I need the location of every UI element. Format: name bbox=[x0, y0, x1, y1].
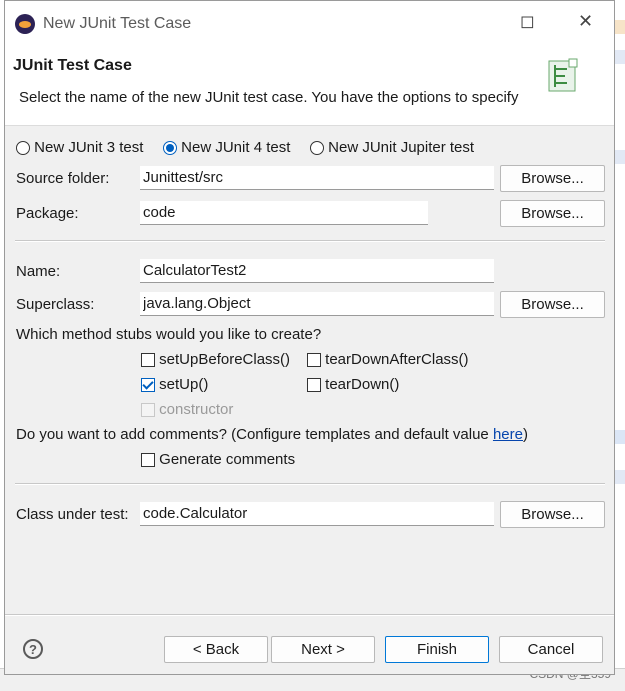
radio-junit-jupiter-indicator[interactable] bbox=[310, 141, 324, 156]
class-under-test-browse-button[interactable]: Browse... bbox=[500, 501, 605, 528]
comments-question: Do you want to add comments? (Configure … bbox=[16, 426, 528, 443]
teardown-label: tearDown() bbox=[325, 376, 400, 393]
teardown-after-class-label: tearDownAfterClass() bbox=[325, 351, 469, 368]
radio-junit3[interactable]: New JUnit 3 test bbox=[16, 139, 143, 156]
back-button[interactable]: < Back bbox=[164, 636, 268, 663]
next-button[interactable]: Next > bbox=[271, 636, 375, 663]
teardown-checkbox[interactable]: tearDown() bbox=[307, 376, 399, 393]
radio-junit4-indicator[interactable] bbox=[163, 141, 177, 156]
name-input[interactable] bbox=[140, 259, 494, 283]
name-label: Name: bbox=[16, 263, 61, 280]
source-folder-label: Source folder: bbox=[16, 170, 110, 187]
maximize-icon[interactable]: ◻ bbox=[520, 11, 535, 32]
constructor-box bbox=[141, 403, 155, 418]
setup-label: setUp() bbox=[159, 376, 209, 393]
radio-junit-jupiter[interactable]: New JUnit Jupiter test bbox=[310, 139, 474, 156]
comments-question-end: ) bbox=[522, 426, 528, 443]
package-browse-button[interactable]: Browse... bbox=[500, 200, 605, 227]
separator bbox=[15, 240, 605, 242]
teardown-box[interactable] bbox=[307, 378, 321, 393]
footer-separator bbox=[5, 614, 614, 616]
setup-before-class-box[interactable] bbox=[141, 353, 155, 368]
constructor-checkbox: constructor bbox=[141, 401, 233, 418]
setup-box[interactable] bbox=[141, 378, 155, 393]
close-icon[interactable]: ✕ bbox=[578, 11, 593, 32]
constructor-label: constructor bbox=[159, 401, 234, 418]
superclass-browse-button[interactable]: Browse... bbox=[500, 291, 605, 318]
teardown-after-class-box[interactable] bbox=[307, 353, 321, 368]
class-under-test-input[interactable] bbox=[140, 502, 494, 526]
title-bar: New JUnit Test Case ◻ ✕ bbox=[5, 1, 614, 47]
teardown-after-class-checkbox[interactable]: tearDownAfterClass() bbox=[307, 351, 469, 368]
junit-wizard-icon bbox=[548, 58, 578, 92]
wizard-title: JUnit Test Case bbox=[13, 57, 132, 74]
package-input[interactable] bbox=[140, 201, 428, 225]
superclass-input[interactable] bbox=[140, 292, 494, 316]
source-folder-browse-button[interactable]: Browse... bbox=[500, 165, 605, 192]
wizard-description: Select the name of the new JUnit test ca… bbox=[19, 89, 519, 106]
eclipse-icon bbox=[15, 14, 35, 34]
cancel-button[interactable]: Cancel bbox=[499, 636, 603, 663]
configure-templates-link[interactable]: here bbox=[493, 426, 523, 443]
separator bbox=[15, 483, 605, 485]
class-under-test-label: Class under test: bbox=[16, 506, 129, 523]
comments-question-text: Do you want to add comments? (Configure … bbox=[16, 426, 493, 443]
setup-before-class-checkbox[interactable]: setUpBeforeClass() bbox=[141, 351, 290, 368]
superclass-label: Superclass: bbox=[16, 296, 95, 313]
radio-junit4-label: New JUnit 4 test bbox=[181, 139, 291, 156]
wizard-header: JUnit Test Case Select the name of the n… bbox=[5, 47, 614, 126]
method-stubs-question: Which method stubs would you like to cre… bbox=[16, 326, 322, 343]
source-folder-input[interactable] bbox=[140, 166, 494, 190]
generate-comments-label: Generate comments bbox=[159, 451, 296, 468]
radio-junit4[interactable]: New JUnit 4 test bbox=[163, 139, 290, 156]
window-title: New JUnit Test Case bbox=[43, 15, 192, 32]
generate-comments-checkbox[interactable]: Generate comments bbox=[141, 451, 295, 468]
setup-checkbox[interactable]: setUp() bbox=[141, 376, 208, 393]
radio-junit3-indicator[interactable] bbox=[16, 141, 30, 156]
package-label: Package: bbox=[16, 205, 79, 222]
generate-comments-box[interactable] bbox=[141, 453, 155, 468]
setup-before-class-label: setUpBeforeClass() bbox=[159, 351, 291, 368]
radio-junit-jupiter-label: New JUnit Jupiter test bbox=[328, 139, 475, 156]
finish-button[interactable]: Finish bbox=[385, 636, 489, 663]
radio-junit3-label: New JUnit 3 test bbox=[34, 139, 144, 156]
new-junit-test-case-dialog: New JUnit Test Case ◻ ✕ JUnit Test Case … bbox=[4, 0, 615, 675]
help-icon[interactable]: ? bbox=[23, 639, 43, 659]
